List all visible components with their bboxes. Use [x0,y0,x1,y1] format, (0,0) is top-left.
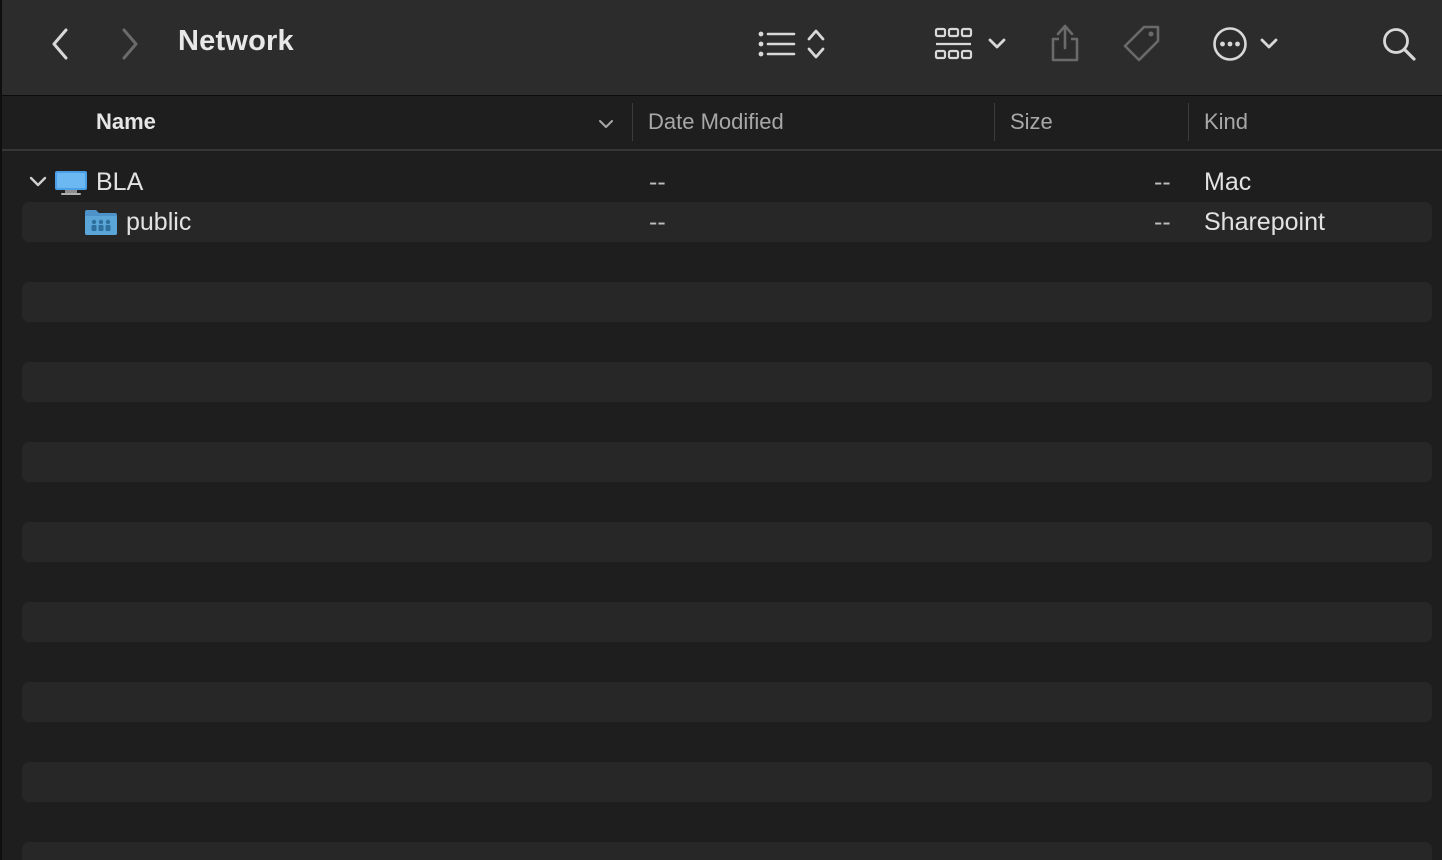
forward-button[interactable] [112,24,148,64]
sort-indicator[interactable] [596,114,616,134]
chevron-down-icon [988,38,1006,49]
row-date-modified: -- [649,208,666,236]
row-stripe [22,282,1432,322]
row-stripe [22,602,1432,642]
tag-icon [1123,25,1160,62]
row-kind: Mac [1204,168,1252,196]
column-header-size[interactable]: Size [1010,109,1053,135]
chevron-left-icon [52,28,68,60]
column-separator[interactable] [1188,103,1189,141]
ellipsis-circle-icon [1213,27,1247,61]
row-stripe [22,522,1432,562]
row-stripe [22,362,1432,402]
list-view-icon [758,31,796,57]
share-button[interactable] [1042,20,1088,66]
search-button[interactable] [1376,22,1422,66]
column-header-date-modified[interactable]: Date Modified [648,109,784,135]
chevron-down-icon [599,120,613,128]
row-date-modified: -- [649,168,666,196]
share-icon [1051,24,1079,62]
toolbar: Network [2,0,1442,96]
chevron-right-icon [122,28,138,60]
row-size: -- [1154,168,1171,196]
file-list[interactable]: BLA -- -- Mac public -- -- Sharepoint [2,151,1442,860]
chevron-down-icon [1260,38,1278,49]
row-stripe [22,442,1432,482]
row-stripe [22,682,1432,722]
row-size: -- [1154,208,1171,236]
action-menu-button[interactable] [1206,22,1284,66]
row-stripe [22,762,1432,802]
view-options-button[interactable] [752,24,832,64]
table-row[interactable]: BLA -- -- Mac [2,162,1442,202]
chevron-down-icon [29,176,47,187]
table-row[interactable]: public -- -- Sharepoint [2,202,1442,242]
group-button[interactable] [930,24,1010,64]
finder-window: Network Name Date Modified Size Kind BLA… [0,0,1442,860]
column-header-kind[interactable]: Kind [1204,109,1248,135]
search-icon [1383,28,1416,61]
window-title: Network [178,25,294,57]
row-stripe [22,842,1432,860]
grid-view-icon [934,27,973,60]
column-separator[interactable] [632,103,633,141]
disclosure-triangle[interactable] [28,174,48,190]
column-header-bar: Name Date Modified Size Kind [2,96,1442,151]
back-button[interactable] [42,24,78,64]
computer-icon [55,171,87,195]
sort-arrows-icon [807,29,825,59]
row-name: BLA [96,168,144,196]
tag-button[interactable] [1118,22,1166,66]
column-separator[interactable] [994,103,995,141]
row-kind: Sharepoint [1204,208,1325,236]
row-name: public [126,208,192,236]
shared-folder-icon [85,210,117,235]
column-header-name[interactable]: Name [96,109,156,135]
